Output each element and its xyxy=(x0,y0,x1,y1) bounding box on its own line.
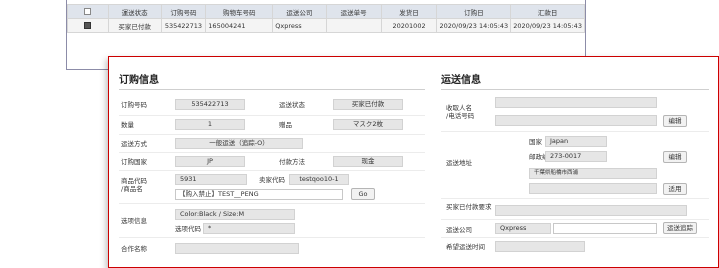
partner-label: 合作名称 xyxy=(121,245,147,253)
postal-value: 273-0017 xyxy=(545,151,607,162)
status-label: 运送状态 xyxy=(279,101,305,109)
cell-order-date: 2020/09/23 14:05:43 xyxy=(436,18,512,33)
address-country-value: Japan xyxy=(545,136,607,147)
cell-payment-date: 2020/09/23 14:05:43 xyxy=(510,18,585,33)
col-header[interactable]: 運送状态 xyxy=(107,4,162,19)
desired-time-label: 希望运送时间 xyxy=(446,243,485,251)
col-header[interactable]: 订购日 xyxy=(436,4,512,19)
divider xyxy=(119,237,425,238)
col-header[interactable]: 汇款日 xyxy=(510,4,585,19)
table-row[interactable]: 买家已付款 535422713 165004241 Qxpress 202010… xyxy=(67,18,585,33)
address-edit-button[interactable]: 编辑 xyxy=(663,151,687,163)
desired-time-value xyxy=(495,241,585,252)
apply-button[interactable]: 适用 xyxy=(663,183,687,195)
cell-status: 买家已付款 xyxy=(107,18,162,33)
ship-method-label: 运送方式 xyxy=(121,140,147,148)
go-button[interactable]: Go xyxy=(351,188,375,200)
product-code-value: 5931 xyxy=(175,174,247,185)
divider xyxy=(119,203,425,204)
divider xyxy=(441,237,709,238)
bonus-value: マスク2枚 xyxy=(333,119,403,130)
cell-carrier[interactable]: Qxpress xyxy=(272,18,327,33)
address-line-value: 千葉県船橋市西浦 xyxy=(529,168,657,179)
qty-value: 1 xyxy=(175,119,245,130)
order-no-label: 订购号码 xyxy=(121,101,147,109)
recipient-name-value xyxy=(495,97,657,108)
seller-code-label: 卖家代码 xyxy=(259,176,285,184)
order-info-title: 订购信息 xyxy=(119,75,159,86)
option-code-value: * xyxy=(203,223,295,234)
country-value: JP xyxy=(175,156,245,167)
order-no-value: 535422713 xyxy=(175,99,245,110)
buyer-request-label: 买家已付款要求 xyxy=(446,203,492,211)
country-label: 订购国家 xyxy=(121,158,147,166)
seller-code-value: testqoo10-1 xyxy=(289,174,349,185)
order-detail-popup: 订购信息 订购号码 535422713 运送状态 买家已付款 数量 1 赠品 マ… xyxy=(108,56,719,268)
product-name-input[interactable]: 【购入禁止】TEST__PENG xyxy=(175,189,343,200)
divider xyxy=(119,89,425,90)
recipient-phone-value xyxy=(495,115,657,126)
shipment-tracking-button[interactable]: 运送追踪 xyxy=(663,222,697,234)
option-value: Color:Black / Size:M xyxy=(175,209,295,220)
payment-label: 付款方法 xyxy=(279,158,305,166)
carrier-label: 运送公司 xyxy=(446,226,472,234)
carrier-value: Qxpress xyxy=(495,223,551,234)
address-country-label: 国家 xyxy=(529,138,542,146)
col-header[interactable]: 购物车号码 xyxy=(205,4,274,19)
col-header[interactable]: 运送公司 xyxy=(272,4,327,19)
buyer-request-value xyxy=(495,205,687,216)
cell-tracking-no[interactable] xyxy=(325,18,382,33)
option-label: 选项信息 xyxy=(121,217,147,225)
select-all-checkbox-cell[interactable] xyxy=(67,4,109,19)
recipient-edit-button[interactable]: 编辑 xyxy=(663,115,687,127)
shipping-info-title: 运送信息 xyxy=(441,75,481,86)
divider xyxy=(119,152,425,153)
cell-ship-date: 20201002 xyxy=(380,18,438,33)
qty-label: 数量 xyxy=(121,121,134,129)
order-list-table: 運送状态 订购号码 购物车号码 运送公司 运送单号 发货日 订购日 汇款日 买家… xyxy=(67,4,585,33)
partner-value xyxy=(175,243,299,254)
payment-value: 现金 xyxy=(333,156,403,167)
row-checkbox[interactable] xyxy=(84,22,92,29)
product-code-prefix: 5931 xyxy=(180,175,197,183)
col-header[interactable]: 发货日 xyxy=(380,4,438,19)
divider xyxy=(119,115,425,116)
list-header-row: 運送状态 订购号码 购物车号码 运送公司 运送单号 发货日 订购日 汇款日 xyxy=(67,4,585,19)
address-label: 运送地址 xyxy=(446,159,472,167)
row-checkbox-cell[interactable] xyxy=(67,18,109,33)
divider xyxy=(441,89,709,90)
recipient-label: 收取人名 /电话号码 xyxy=(446,104,475,120)
divider xyxy=(441,198,709,199)
status-value: 买家已付款 xyxy=(333,99,403,110)
select-all-checkbox[interactable] xyxy=(84,8,92,15)
ship-method-value: 一般运送（追踪-O） xyxy=(175,138,303,149)
col-header[interactable]: 订购号码 xyxy=(160,4,207,19)
address-detail-value xyxy=(529,183,657,194)
divider xyxy=(119,134,425,135)
col-header[interactable]: 运送单号 xyxy=(325,4,382,19)
divider xyxy=(441,131,709,132)
tracking-no-input[interactable] xyxy=(553,223,657,234)
product-label: 商品代码 /商品名 xyxy=(121,177,147,193)
cell-order-no: 535422713 xyxy=(160,18,207,33)
bonus-label: 赠品 xyxy=(279,121,292,129)
divider xyxy=(119,170,425,171)
option-code-label: 选项代码 xyxy=(175,225,201,233)
cell-cart-no: 165004241 xyxy=(205,18,274,33)
divider xyxy=(441,219,709,220)
